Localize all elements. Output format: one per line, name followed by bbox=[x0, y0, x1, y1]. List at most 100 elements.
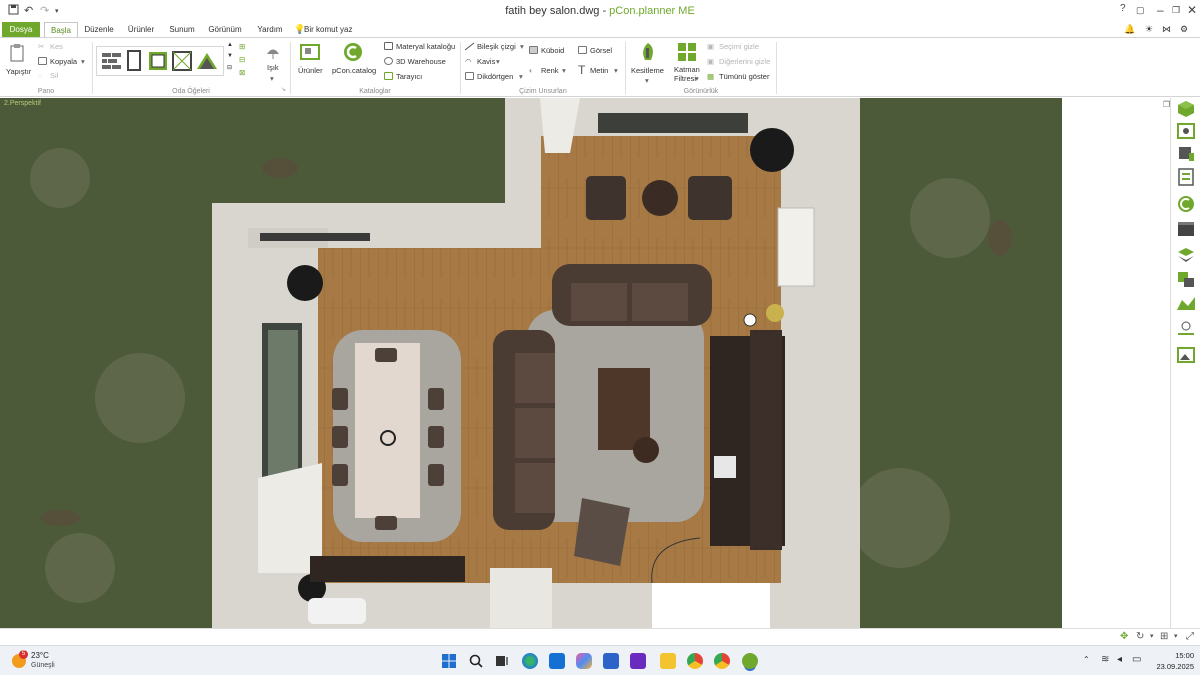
close-button[interactable]: ✕ bbox=[1187, 3, 1197, 17]
gallery-up-icon[interactable]: ▲ bbox=[227, 42, 233, 48]
pcon-catalog-side-icon[interactable] bbox=[1176, 195, 1196, 213]
snap-icon-2[interactable]: ⊟ bbox=[239, 55, 245, 64]
tab-urunler[interactable]: Ürünler bbox=[124, 22, 158, 37]
box-icon[interactable] bbox=[1176, 220, 1196, 238]
tray-overflow-icon[interactable]: ⌃ bbox=[1083, 655, 1090, 664]
material-icon[interactable] bbox=[1176, 270, 1196, 288]
file-explorer-icon[interactable] bbox=[660, 653, 676, 669]
tab-dosya[interactable]: Dosya bbox=[2, 22, 40, 37]
restore-view-icon[interactable]: ❐ bbox=[1163, 100, 1170, 109]
material-catalog-button[interactable]: Materyal kataloğu bbox=[396, 42, 455, 51]
section-dropdown-icon[interactable]: ▾ bbox=[645, 76, 649, 85]
layer-filter-button[interactable]: Katman bbox=[674, 65, 700, 74]
image-button[interactable]: Görsel bbox=[590, 46, 612, 55]
snap-icon-1[interactable]: ⊞ bbox=[239, 42, 245, 51]
arc-button[interactable]: Kavis bbox=[477, 57, 495, 66]
section-button[interactable]: Kesitleme bbox=[631, 66, 664, 75]
help-icon[interactable]: ? bbox=[1120, 3, 1126, 14]
cube-view-icon[interactable] bbox=[1176, 100, 1196, 118]
minimize-button[interactable]: – bbox=[1157, 3, 1164, 17]
layer-filter-dropdown-icon[interactable]: ▾ bbox=[695, 74, 699, 83]
tab-duzenle[interactable]: Düzenle bbox=[82, 22, 116, 37]
image-gallery-icon[interactable] bbox=[1176, 346, 1196, 364]
hide-others-button[interactable]: Diğerlerini gizle bbox=[719, 57, 770, 66]
pcon-catalog-button[interactable]: pCon.catalog bbox=[332, 66, 376, 75]
roof-icon[interactable] bbox=[196, 51, 218, 71]
color-dropdown-icon[interactable]: ▾ bbox=[562, 66, 566, 75]
wifi-icon[interactable]: ≋ bbox=[1101, 654, 1109, 665]
door-icon[interactable] bbox=[125, 50, 143, 72]
clock-time[interactable]: 15:00 bbox=[1158, 651, 1194, 660]
wall-icon[interactable] bbox=[101, 51, 123, 71]
share-icon[interactable]: ⋈ bbox=[1162, 24, 1171, 35]
gallery-down-icon[interactable]: ▼ bbox=[227, 53, 233, 59]
ribbon-toggle-icon[interactable]: ▢ bbox=[1136, 5, 1145, 16]
rectangle-button[interactable]: Dikdörtgen bbox=[477, 72, 513, 81]
light-settings-icon[interactable] bbox=[1176, 320, 1196, 338]
brightness-icon[interactable]: ☀ bbox=[1145, 24, 1153, 35]
clipchamp-icon[interactable] bbox=[630, 653, 646, 669]
battery-icon[interactable]: ▭ bbox=[1132, 654, 1141, 665]
composite-line-dropdown-icon[interactable]: ▾ bbox=[520, 42, 524, 51]
view-layout-dropdown-icon[interactable]: ▾ bbox=[1174, 632, 1178, 640]
text-button[interactable]: Metin bbox=[590, 66, 608, 75]
notification-icon[interactable]: 🔔 bbox=[1124, 24, 1135, 35]
chrome-icon[interactable] bbox=[687, 653, 703, 669]
terrain-icon[interactable] bbox=[1176, 294, 1196, 312]
box-info-icon[interactable] bbox=[1176, 144, 1196, 162]
file-name: fatih bey salon.dwg bbox=[505, 5, 600, 17]
copy-dropdown-icon[interactable]: ▾ bbox=[81, 57, 85, 66]
view-layout-icon[interactable]: ⊞ bbox=[1160, 631, 1168, 642]
hide-selection-button[interactable]: Seçimi gizle bbox=[719, 42, 759, 51]
maximize-button[interactable]: ❐ bbox=[1172, 5, 1180, 16]
light-button[interactable]: Işık bbox=[267, 63, 279, 72]
paste-button[interactable]: Yapıştır bbox=[6, 67, 31, 76]
composite-line-button[interactable]: Bileşik çizgi bbox=[477, 42, 516, 51]
task-view-icon[interactable] bbox=[494, 653, 510, 669]
tab-basla[interactable]: Başla bbox=[44, 22, 78, 37]
orbit-dropdown-icon[interactable]: ▾ bbox=[1150, 632, 1154, 640]
edge-browser-icon[interactable] bbox=[522, 653, 538, 669]
copilot-icon[interactable] bbox=[576, 653, 592, 669]
outlook-icon[interactable] bbox=[549, 653, 565, 669]
fullscreen-icon[interactable]: ⤢ bbox=[1186, 631, 1194, 642]
cuboid-button[interactable]: Küboid bbox=[541, 46, 564, 55]
tab-gorunum[interactable]: Görünüm bbox=[206, 22, 244, 37]
products-button[interactable]: Ürünler bbox=[298, 66, 323, 75]
orbit-icon[interactable]: ↻ bbox=[1136, 631, 1144, 642]
browser-button[interactable]: Tarayıcı bbox=[396, 72, 422, 81]
settings-icon[interactable]: ⚙ bbox=[1180, 24, 1188, 35]
warehouse-button[interactable]: 3D Warehouse bbox=[396, 57, 446, 66]
navigate-icon[interactable]: ✥ bbox=[1120, 631, 1128, 642]
chrome-profile-icon[interactable] bbox=[714, 653, 730, 669]
pcon-planner-taskbar-icon[interactable] bbox=[742, 653, 758, 669]
product-search-icon[interactable] bbox=[1176, 122, 1196, 140]
windows-start-icon[interactable] bbox=[441, 653, 457, 669]
show-all-button[interactable]: Tümünü göster bbox=[719, 72, 769, 81]
room-elements-gallery[interactable] bbox=[96, 46, 224, 76]
rectangle-dropdown-icon[interactable]: ▾ bbox=[519, 72, 523, 81]
tab-sunum[interactable]: Sunum bbox=[166, 22, 198, 37]
color-button[interactable]: Renk bbox=[541, 66, 559, 75]
clock-date[interactable]: 23.09.2025 bbox=[1150, 662, 1194, 671]
volume-icon[interactable]: ◂ bbox=[1117, 654, 1122, 665]
search-icon[interactable] bbox=[468, 653, 484, 669]
opening-icon[interactable] bbox=[172, 51, 192, 71]
command-search[interactable]: Bir komut yaz bbox=[304, 22, 356, 37]
gallery-more-icon[interactable]: ⊟ bbox=[227, 64, 232, 71]
copy-button[interactable]: Kopyala bbox=[50, 57, 77, 66]
snap-icon-3[interactable]: ⊠ bbox=[239, 68, 245, 77]
arc-dropdown-icon[interactable]: ▾ bbox=[496, 57, 500, 66]
layer-filter-button-line2[interactable]: Filtresi bbox=[674, 74, 696, 83]
cut-button[interactable]: Kes bbox=[50, 42, 63, 51]
list-icon[interactable] bbox=[1176, 168, 1196, 186]
viewport-canvas[interactable]: 2.Perspektif bbox=[0, 98, 1069, 628]
tab-yardim[interactable]: Yardım bbox=[254, 22, 286, 37]
window-icon[interactable] bbox=[148, 51, 168, 71]
layers-icon[interactable] bbox=[1176, 246, 1196, 264]
group-expand-icon[interactable]: ↘ bbox=[281, 86, 286, 93]
light-dropdown-icon[interactable]: ▾ bbox=[270, 74, 274, 83]
store-icon[interactable] bbox=[603, 653, 619, 669]
text-dropdown-icon[interactable]: ▾ bbox=[614, 66, 618, 75]
delete-button[interactable]: Sil bbox=[50, 71, 58, 80]
